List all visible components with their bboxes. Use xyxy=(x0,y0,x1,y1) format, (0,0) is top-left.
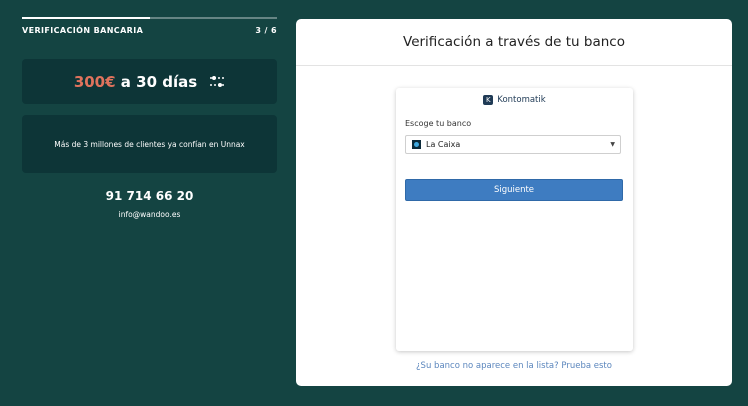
bank-select-value: La Caixa xyxy=(426,140,461,149)
bank-select-label: Escoge tu banco xyxy=(405,119,472,128)
kontomatik-brand: K Kontomatik xyxy=(396,95,633,105)
trust-text: Más de 3 millones de clientes ya confían… xyxy=(54,139,245,149)
trust-card: Más de 3 millones de clientes ya confían… xyxy=(22,115,277,173)
loan-offer-text: 300€ a 30 días xyxy=(74,73,197,91)
kontomatik-brand-name: Kontomatik xyxy=(497,95,546,105)
kontomatik-logo-icon: K xyxy=(483,95,494,105)
step-counter: 3 / 6 xyxy=(255,26,277,35)
panel-title: Verificación a través de tu banco xyxy=(296,19,732,66)
step-row: VERIFICACIÓN BANCARIA 3 / 6 xyxy=(22,26,277,35)
step-title: VERIFICACIÓN BANCARIA xyxy=(22,26,144,35)
bank-verification-panel: Verificación a través de tu banco K Kont… xyxy=(296,19,732,386)
contact-phone[interactable]: 91 714 66 20 xyxy=(22,189,277,203)
loan-term: a 30 días xyxy=(120,72,198,91)
progress-bar xyxy=(22,17,277,19)
next-button[interactable]: Siguiente xyxy=(405,179,623,201)
progress-section: VERIFICACIÓN BANCARIA 3 / 6 xyxy=(22,17,277,35)
kontomatik-widget: K Kontomatik Escoge tu banco La Caixa ▼ … xyxy=(396,88,633,351)
loan-amount: 300€ xyxy=(73,72,116,91)
contact-email[interactable]: info@wandoo.es xyxy=(22,210,277,219)
bank-not-listed-link[interactable]: ¿Su banco no aparece en la lista? Prueba… xyxy=(296,361,732,371)
chevron-down-icon: ▼ xyxy=(610,141,615,148)
sliders-icon[interactable] xyxy=(209,75,225,89)
loan-offer-card: 300€ a 30 días xyxy=(22,59,277,104)
bank-select[interactable]: La Caixa ▼ xyxy=(405,135,621,154)
progress-bar-fill xyxy=(22,17,150,19)
bank-logo-icon xyxy=(412,140,421,149)
